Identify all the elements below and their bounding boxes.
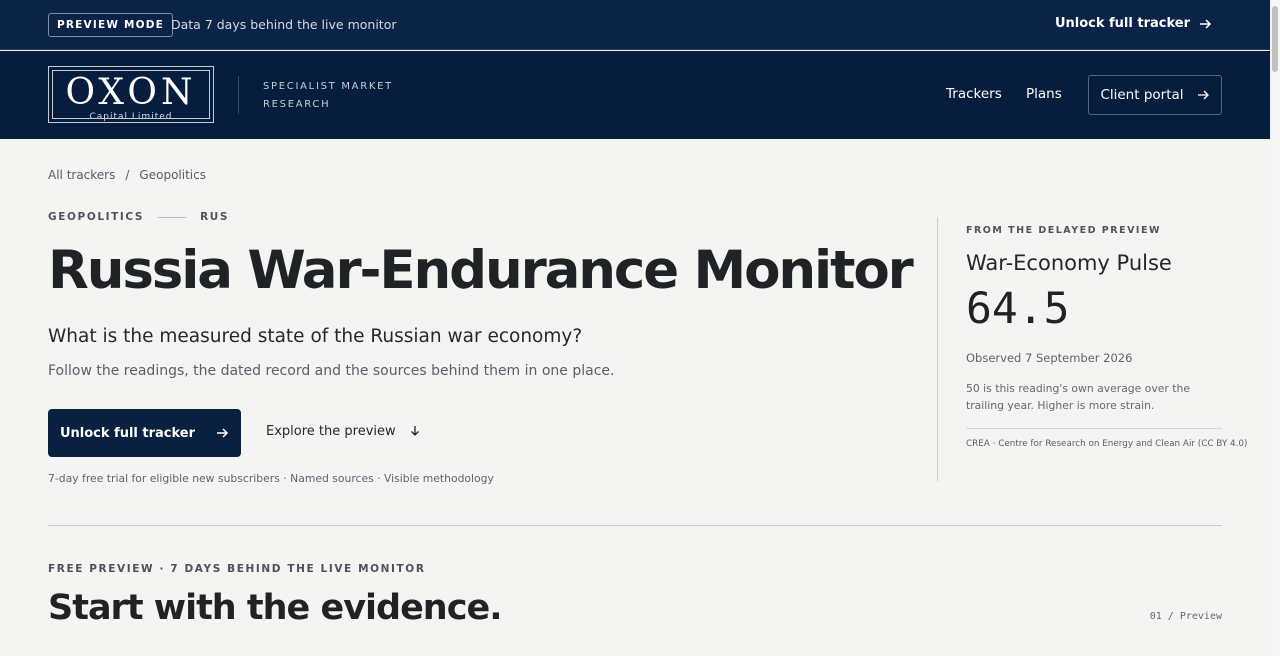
arrow-down-icon: [410, 426, 419, 436]
nav-trackers-link[interactable]: Trackers: [946, 86, 1002, 102]
preview-banner: PREVIEW MODE Data 7 days behind the live…: [0, 0, 1270, 50]
breadcrumb-all-trackers[interactable]: All trackers: [48, 168, 115, 182]
pulse-title: War-Economy Pulse: [966, 251, 1172, 275]
free-preview-label: FREE PREVIEW · 7 DAYS BEHIND THE LIVE MO…: [48, 563, 426, 575]
explore-preview-label: Explore the preview: [266, 424, 396, 439]
pulse-explanation: 50 is this reading's own average over th…: [966, 382, 1190, 412]
oxon-logo[interactable]: OXON Capital Limited: [48, 66, 214, 123]
pulse-eyebrow: FROM THE DELAYED PREVIEW: [966, 225, 1161, 236]
topbar-unlock-label: Unlock full tracker: [1054, 16, 1190, 31]
preview-delay-note: Data 7 days behind the live monitor: [171, 17, 397, 32]
preview-mode-badge: PREVIEW MODE: [48, 13, 174, 37]
unlock-tracker-label: Unlock full tracker: [59, 425, 196, 441]
pulse-preview-card: FROM THE DELAYED PREVIEW War-Economy Pul…: [937, 217, 1247, 481]
page-scrollbar[interactable]: [1270, 0, 1280, 656]
pulse-source: CREA · Centre for Research on Energy and…: [966, 428, 1247, 449]
pulse-value: 64.5: [966, 284, 1070, 334]
explore-preview-link[interactable]: Explore the preview: [266, 424, 422, 439]
section-divider: [48, 525, 1222, 526]
hero-lead: Follow the readings, the dated record an…: [48, 363, 615, 379]
arrow-right-icon: [1200, 18, 1212, 29]
client-portal-label: Client portal: [1100, 87, 1184, 103]
hero-eyebrow: GEOPOLITICS RUS: [48, 211, 229, 223]
unlock-tracker-button[interactable]: Unlock full tracker: [48, 409, 241, 457]
pulse-observed-date: Observed 7 September 2026: [966, 351, 1133, 365]
category-label: GEOPOLITICS: [48, 211, 145, 223]
logo-subtitle: Capital Limited: [89, 112, 173, 122]
breadcrumb-separator: /: [125, 168, 130, 182]
breadcrumb: All trackers / Geopolitics: [48, 168, 206, 182]
site-header: OXON Capital Limited SPECIALIST MARKET R…: [0, 51, 1270, 139]
hero-question: What is the measured state of the Russia…: [48, 326, 583, 347]
trial-fine-print: 7-day free trial for eligible new subscr…: [48, 472, 494, 485]
country-label: RUS: [200, 211, 230, 223]
topbar-unlock-link[interactable]: Unlock full tracker: [1055, 16, 1212, 31]
breadcrumb-geopolitics[interactable]: Geopolitics: [139, 168, 206, 182]
section-title: Start with the evidence.: [48, 588, 503, 628]
eyebrow-divider: [158, 216, 187, 218]
header-divider: [238, 76, 239, 114]
scrollbar-thumb[interactable]: [1272, 6, 1278, 72]
client-portal-button[interactable]: Client portal: [1088, 75, 1222, 115]
page-title: Russia War-Endurance Monitor: [48, 240, 914, 301]
arrow-right-icon: [217, 428, 229, 438]
nav-plans-link[interactable]: Plans: [1026, 86, 1062, 102]
section-index: 01 / Preview: [1149, 611, 1222, 622]
arrow-right-icon: [1197, 90, 1209, 100]
logo-name: OXON: [65, 72, 197, 113]
header-tagline: SPECIALIST MARKET RESEARCH: [263, 81, 393, 110]
